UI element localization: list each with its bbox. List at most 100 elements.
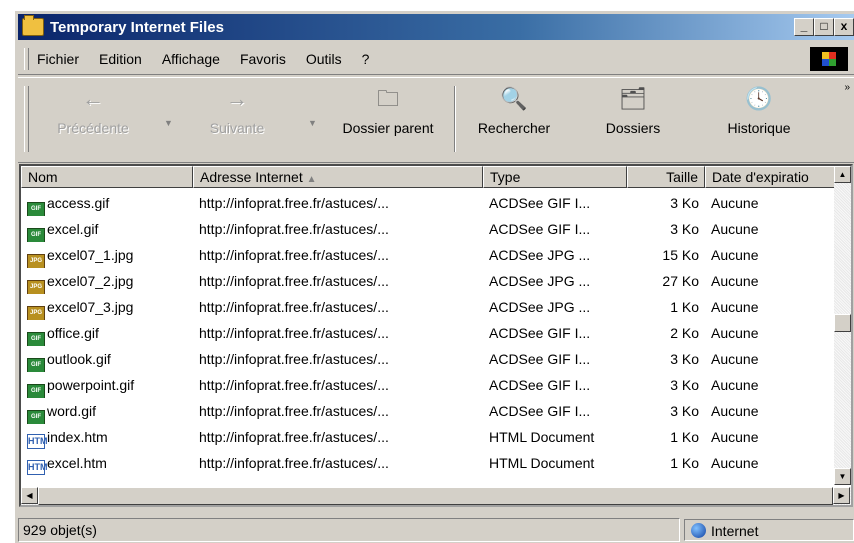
cell-url: http://infoprat.free.fr/astuces/... xyxy=(193,216,483,242)
toolbar-more-icon[interactable]: » xyxy=(844,82,850,93)
gif-file-icon: GIF xyxy=(27,410,45,424)
menu-outils[interactable]: Outils xyxy=(306,51,342,67)
sort-ascending-icon: ▲ xyxy=(306,174,317,185)
cell-url-text: http://infoprat.free.fr/astuces/... xyxy=(199,351,389,367)
menu-favoris[interactable]: Favoris xyxy=(240,51,286,67)
cell-type-text: ACDSee GIF I... xyxy=(489,351,591,367)
jpg-file-icon: JPG xyxy=(27,254,45,268)
cell-expires: Aucune xyxy=(705,372,836,398)
search-label: Rechercher xyxy=(477,120,551,136)
cell-size-text: 1 Ko xyxy=(670,429,699,445)
vertical-scrollbar[interactable]: ▲ ▼ xyxy=(834,166,851,485)
cell-url: http://infoprat.free.fr/astuces/... xyxy=(193,398,483,424)
toolbar-grip[interactable] xyxy=(24,86,29,152)
column-expiration[interactable]: Date d'expiratio xyxy=(705,166,836,188)
cell-expires-text: Aucune xyxy=(711,273,759,289)
security-zone: Internet xyxy=(684,519,854,541)
cell-type: ACDSee JPG ... xyxy=(483,242,627,268)
cell-url-text: http://infoprat.free.fr/astuces/... xyxy=(199,273,389,289)
scroll-right-button[interactable]: ▶ xyxy=(833,487,850,504)
cell-expires: Aucune xyxy=(705,398,836,424)
cell-type: HTML Document xyxy=(483,424,627,450)
cell-size: 15 Ko xyxy=(627,242,705,268)
history-icon: 🕓 xyxy=(745,86,773,111)
back-arrow-icon: ← xyxy=(82,86,104,111)
folders-button[interactable]: 🗂 Dossiers xyxy=(590,84,676,136)
back-dropdown-icon[interactable]: ▼ xyxy=(164,118,173,128)
cell-name-text: excel07_3.jpg xyxy=(47,299,134,315)
cell-expires: Aucune xyxy=(705,216,836,242)
table-row[interactable]: GIF excel.gif http://infoprat.free.fr/astu… xyxy=(21,216,836,242)
menu-grip[interactable] xyxy=(24,48,29,70)
cell-name: GIF access.gif xyxy=(21,190,193,216)
table-row[interactable]: GIF office.gif http://infoprat.free.fr/ast… xyxy=(21,320,836,346)
table-row[interactable]: HTMindex.htm http://infoprat.free.fr/astu… xyxy=(21,424,836,450)
menu-edition[interactable]: Edition xyxy=(99,51,142,67)
cell-name-text: access.gif xyxy=(47,195,110,211)
menu-affichage[interactable]: Affichage xyxy=(162,51,220,67)
table-row[interactable]: GIF powerpoint.gif http://infoprat.free.fr… xyxy=(21,372,836,398)
horizontal-scroll-thumb[interactable] xyxy=(38,487,833,505)
table-row[interactable]: GIF outlook.gif http://infoprat.free.fr/as… xyxy=(21,346,836,372)
cell-url-text: http://infoprat.free.fr/astuces/... xyxy=(199,221,389,237)
menu-fichier[interactable]: Fichier xyxy=(37,51,79,67)
search-button[interactable]: 🔍 Rechercher xyxy=(464,84,564,136)
cell-name-text: excel.htm xyxy=(47,455,107,471)
up-folder-button[interactable]: 🗀 Dossier parent xyxy=(328,84,448,136)
table-row[interactable]: JPG excel07_3.jpg http://infoprat.free.fr/… xyxy=(21,294,836,320)
horizontal-scrollbar[interactable]: ◀ ▶ xyxy=(21,487,851,505)
gif-file-icon: GIF xyxy=(27,384,45,398)
back-button[interactable]: ← Précédente xyxy=(48,84,138,136)
cell-expires: Aucune xyxy=(705,320,836,346)
history-button[interactable]: 🕓 Historique xyxy=(704,84,814,136)
cell-size-text: 1 Ko xyxy=(670,299,699,315)
minimize-button[interactable]: _ xyxy=(794,18,814,36)
scroll-left-button[interactable]: ◀ xyxy=(21,487,38,504)
table-row[interactable]: JPG excel07_2.jpg http://infoprat.free.fr/… xyxy=(21,268,836,294)
table-row[interactable]: JPG excel07_1.jpg http://infoprat.free.fr/… xyxy=(21,242,836,268)
object-count: 929 objet(s) xyxy=(18,518,680,542)
cell-name-text: excel07_1.jpg xyxy=(47,247,134,263)
close-button[interactable]: x xyxy=(834,18,854,36)
cell-size-text: 15 Ko xyxy=(662,247,699,263)
column-adresse[interactable]: Adresse Internet ▲ xyxy=(193,166,483,188)
vertical-scroll-thumb[interactable] xyxy=(834,314,851,332)
cell-type-text: ACDSee JPG ... xyxy=(489,299,591,315)
cell-url-text: http://infoprat.free.fr/astuces/... xyxy=(199,429,389,445)
cell-type: ACDSee GIF I... xyxy=(483,216,627,242)
table-row[interactable]: GIF access.gif http://infoprat.free.fr/ast… xyxy=(21,190,836,216)
cell-type-text: ACDSee GIF I... xyxy=(489,325,591,341)
cell-size: 3 Ko xyxy=(627,190,705,216)
maximize-button[interactable]: □ xyxy=(814,18,834,36)
table-row[interactable]: GIF word.gif http://infoprat.free.fr/astuc… xyxy=(21,398,836,424)
cell-type: ACDSee JPG ... xyxy=(483,268,627,294)
scroll-up-button[interactable]: ▲ xyxy=(834,166,851,183)
menu-help[interactable]: ? xyxy=(362,51,370,67)
column-nom[interactable]: Nom xyxy=(21,166,193,188)
cell-size-text: 2 Ko xyxy=(670,325,699,341)
cell-url: http://infoprat.free.fr/astuces/... xyxy=(193,346,483,372)
scroll-down-button[interactable]: ▼ xyxy=(834,468,851,485)
title-bar[interactable]: Temporary Internet Files _ □ x xyxy=(18,14,854,40)
cell-name-text: excel07_2.jpg xyxy=(47,273,134,289)
forward-dropdown-icon[interactable]: ▼ xyxy=(308,118,317,128)
column-type[interactable]: Type xyxy=(483,166,627,188)
cell-type: ACDSee GIF I... xyxy=(483,346,627,372)
cell-type: ACDSee JPG ... xyxy=(483,294,627,320)
column-taille[interactable]: Taille xyxy=(627,166,705,188)
up-folder-icon: 🗀 xyxy=(376,86,399,111)
cell-size: 3 Ko xyxy=(627,398,705,424)
windows-logo xyxy=(810,47,848,71)
forward-button[interactable]: → Suivante xyxy=(200,84,274,136)
cell-size-text: 1 Ko xyxy=(670,455,699,471)
cell-url: http://infoprat.free.fr/astuces/... xyxy=(193,242,483,268)
gif-file-icon: GIF xyxy=(27,332,45,346)
cell-type-text: HTML Document xyxy=(489,429,595,445)
file-list[interactable]: Nom Adresse Internet ▲ Type Taille Date … xyxy=(19,164,853,507)
cell-name-text: index.htm xyxy=(47,429,108,445)
cell-size: 1 Ko xyxy=(627,450,705,476)
cell-expires: Aucune xyxy=(705,190,836,216)
cell-size: 27 Ko xyxy=(627,268,705,294)
cell-size-text: 3 Ko xyxy=(670,221,699,237)
table-row[interactable]: HTMexcel.htm http://infoprat.free.fr/astu… xyxy=(21,450,836,476)
